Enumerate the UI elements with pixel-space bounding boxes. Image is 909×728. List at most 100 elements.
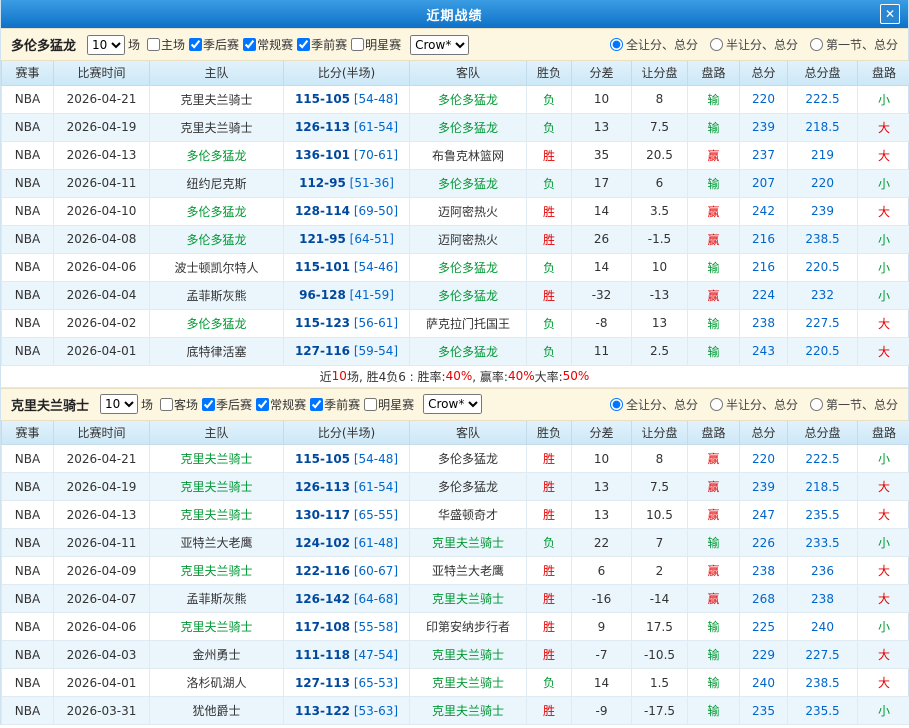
total-points-cell: 235 [739, 696, 788, 725]
filter-checkbox[interactable] [364, 397, 378, 411]
half-score: [65-55] [350, 507, 399, 522]
score-cell: 111-118 [47-54] [283, 640, 410, 669]
stat-mode-radio[interactable] [809, 38, 823, 51]
filter-checkbox[interactable] [243, 38, 257, 51]
away-team-cell: 萨克拉门托国王 [409, 308, 527, 338]
games-count-select[interactable]: 10 [100, 394, 139, 414]
column-header: 主队 [149, 61, 284, 86]
league-cell: NBA [1, 444, 54, 473]
stat-mode-radio[interactable] [709, 397, 723, 411]
half-score: [61-54] [350, 120, 399, 134]
half-score: [59-54] [350, 344, 399, 358]
away-team-cell: 多伦多猛龙 [409, 84, 527, 114]
filter-option[interactable]: 季后赛 [198, 396, 252, 413]
stat-mode-option[interactable]: 全让分、总分 [609, 36, 698, 53]
stat-mode-option[interactable]: 第一节、总分 [809, 36, 898, 53]
handicap-result-cell: 输 [687, 336, 740, 366]
half-score: [41-59] [345, 288, 394, 302]
source-select[interactable]: Crow* [410, 34, 470, 55]
full-score: 130-117 [294, 507, 351, 522]
handicap-result-cell: 赢 [687, 556, 740, 585]
away-team-cell: 多伦多猛龙 [409, 168, 527, 198]
column-header: 比分(半场) [283, 61, 410, 86]
stat-mode-option[interactable]: 半让分、总分 [709, 36, 798, 53]
filter-option[interactable]: 明星赛 [360, 396, 414, 413]
filter-option[interactable]: 客场 [156, 396, 198, 413]
stat-mode-option[interactable]: 全让分、总分 [609, 396, 698, 413]
column-header: 盘路 [857, 420, 909, 445]
away-team-cell: 多伦多猛龙 [409, 472, 527, 501]
score-cell: 112-95 [51-36] [283, 168, 410, 198]
stat-mode-label: 全让分、总分 [625, 397, 698, 412]
score-cell: 128-114 [69-50] [283, 196, 410, 226]
handicap-result-cell: 输 [687, 696, 740, 725]
win-loss-cell: 胜 [526, 472, 572, 501]
stat-mode-option[interactable]: 半让分、总分 [709, 396, 798, 413]
away-team-cell: 多伦多猛龙 [409, 280, 527, 310]
total-points-cell: 240 [739, 668, 788, 697]
summary-segment: 50% [562, 369, 590, 383]
full-score: 115-123 [294, 316, 351, 330]
filter-option[interactable]: 季后赛 [185, 36, 239, 53]
total-line-cell: 238 [787, 584, 858, 613]
filter-checkbox[interactable] [202, 397, 216, 411]
total-result-cell: 大 [857, 556, 909, 585]
filter-checkbox[interactable] [147, 38, 161, 51]
filter-option[interactable]: 季前赛 [293, 36, 347, 53]
handicap-line-cell: 8 [631, 84, 688, 114]
team-name: 克里夫兰骑士 [11, 398, 90, 414]
column-header: 赛事 [1, 420, 54, 445]
point-diff-cell: 22 [571, 528, 632, 557]
filter-option[interactable]: 明星赛 [347, 36, 401, 53]
filter-option[interactable]: 常规赛 [239, 36, 293, 53]
win-loss-cell: 负 [526, 336, 572, 366]
summary-segment: 场, 胜4负6 : 胜率: [346, 369, 446, 384]
half-score: [47-54] [350, 647, 399, 662]
filter-option[interactable]: 季前赛 [306, 396, 360, 413]
league-cell: NBA [1, 84, 54, 114]
filter-checkbox[interactable] [297, 38, 311, 51]
point-diff-cell: 13 [571, 500, 632, 529]
full-score: 127-116 [294, 344, 351, 358]
league-cell: NBA [1, 696, 54, 725]
full-score: 136-101 [294, 148, 351, 162]
filter-option[interactable]: 常规赛 [252, 396, 306, 413]
home-team-cell: 多伦多猛龙 [149, 196, 284, 226]
score-cell: 117-108 [55-58] [283, 612, 410, 641]
stat-mode-radio[interactable] [709, 38, 723, 51]
full-score: 126-113 [294, 479, 351, 494]
handicap-line-cell: -1.5 [631, 224, 688, 254]
filter-checkbox[interactable] [256, 397, 270, 411]
filter-checkbox[interactable] [310, 397, 324, 411]
filter-checkbox[interactable] [160, 397, 174, 411]
total-points-cell: 237 [739, 140, 788, 170]
games-count-select[interactable]: 10 [87, 34, 126, 55]
away-team-cell: 克里夫兰骑士 [409, 584, 527, 613]
total-result-cell: 大 [857, 668, 909, 697]
filter-option[interactable]: 主场 [143, 36, 185, 53]
stat-mode-label: 第一节、总分 [825, 38, 898, 52]
stat-mode-radio-group: 全让分、总分 半让分、总分 第一节、总分 [598, 396, 898, 413]
team-section-top: 多伦多猛龙 10 场 主场 季后赛 常规赛 季前赛 明星赛 Crow* 全让分、总分 半让… [1, 28, 909, 388]
total-line-cell: 219 [787, 140, 858, 170]
full-score: 112-95 [299, 176, 346, 190]
home-team-cell: 孟菲斯灰熊 [149, 280, 284, 310]
source-select[interactable]: Crow* [423, 394, 483, 414]
home-team-cell: 多伦多猛龙 [149, 308, 284, 338]
filter-checkbox[interactable] [351, 38, 365, 51]
close-icon[interactable]: ✕ [880, 4, 900, 24]
win-loss-cell: 胜 [526, 612, 572, 641]
score-cell: 113-122 [53-63] [283, 696, 410, 725]
home-team-cell: 克里夫兰骑士 [149, 472, 284, 501]
stat-mode-radio[interactable] [609, 397, 623, 411]
total-points-cell: 229 [739, 640, 788, 669]
game-date-cell: 2026-04-19 [53, 472, 150, 501]
filter-checkbox[interactable] [189, 38, 203, 51]
home-team-cell: 犹他爵士 [149, 696, 284, 725]
stat-mode-option[interactable]: 第一节、总分 [809, 396, 898, 413]
stat-mode-radio[interactable] [809, 397, 823, 411]
home-team-cell: 克里夫兰骑士 [149, 444, 284, 473]
stat-mode-radio[interactable] [609, 38, 623, 51]
handicap-line-cell: 8 [631, 444, 688, 473]
handicap-result-cell: 输 [687, 84, 740, 114]
